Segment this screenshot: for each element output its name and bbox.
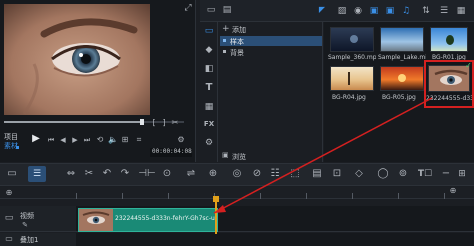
drag-arrow: [213, 97, 433, 214]
